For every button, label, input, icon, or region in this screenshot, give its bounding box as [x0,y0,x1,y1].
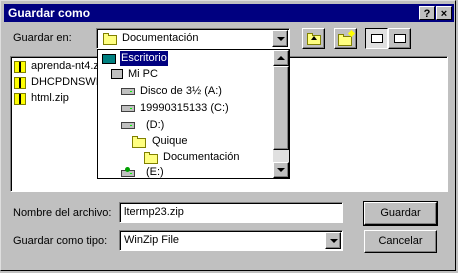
dropdown-scrollbar[interactable] [273,50,289,178]
save-in-combobox[interactable]: Documentación [96,28,290,49]
up-one-level-button[interactable] [302,28,325,49]
filetype-dropdown-button[interactable] [325,232,341,249]
folder-icon [103,33,117,45]
dropdown-item-label: Escritorio [120,51,168,66]
save-in-label: Guardar en: [13,32,72,44]
folder-open-icon [144,152,158,164]
filetype-value: WinZip File [124,234,180,246]
computer-icon [111,69,123,79]
hard-drive-icon [121,105,135,112]
details-view-button[interactable] [388,28,411,49]
chevron-down-icon [277,37,285,41]
chevron-down-icon [330,239,338,243]
title-bar[interactable]: Guardar como ? × [4,4,454,22]
network-drive-icon [121,167,135,178]
scroll-up-button[interactable] [273,50,289,66]
new-folder-button[interactable] [334,28,357,49]
floppy-drive-icon [121,88,135,95]
save-in-dropdown-list[interactable]: Escritorio Mi PC Disco de 3½ (A:) 199903… [97,49,290,179]
list-item[interactable]: DHCPDNSWII [14,75,104,91]
dialog-title: Guardar como [8,6,91,20]
list-item[interactable]: aprenda-nt4.zi [14,59,104,75]
file-name: DHCPDNSWII [31,76,102,88]
dropdown-item-label: (E:) [146,166,164,178]
folder-icon [132,136,146,148]
zip-file-icon [14,61,26,73]
zip-file-icon [14,93,26,105]
dropdown-item-label: Documentación [163,151,240,163]
details-view-icon [394,34,406,43]
zip-file-icon [14,77,26,89]
scroll-thumb[interactable] [273,66,289,150]
hard-drive-icon [121,122,135,129]
dropdown-item-label: 19990315133 (C:) [140,102,229,114]
list-item[interactable]: html.zip [14,91,104,107]
scroll-down-button[interactable] [273,162,289,178]
filetype-combobox[interactable]: WinZip File [119,230,343,251]
save-in-dropdown-button[interactable] [272,30,288,47]
filename-value: ltermp23.zip [124,206,184,218]
dropdown-item-label: (D:) [146,119,165,131]
close-button[interactable]: × [436,6,452,20]
list-view-icon [371,34,383,43]
chevron-down-icon [277,168,285,172]
help-button[interactable]: ? [419,6,435,20]
up-arrow-icon [311,36,317,40]
dropdown-item-label: Quique [152,135,188,147]
new-folder-icon [338,34,352,46]
filetype-label: Guardar como tipo: [13,235,108,247]
cancel-button[interactable]: Cancelar [364,230,437,253]
chevron-up-icon [277,56,285,60]
filename-label: Nombre del archivo: [13,207,112,219]
file-name: aprenda-nt4.zi [31,60,102,72]
dropdown-item-label: Mi PC [128,68,158,80]
dropdown-item-label: Disco de 3½ (A:) [140,85,222,97]
save-in-value: Documentación [122,32,199,44]
save-as-dialog: Guardar como ? × Guardar en: Documentaci… [0,0,456,271]
filename-input[interactable]: ltermp23.zip [119,202,343,223]
desktop-icon [102,54,116,64]
file-name: html.zip [31,92,69,104]
list-view-button[interactable] [365,28,388,49]
save-button[interactable]: Guardar [363,201,438,226]
